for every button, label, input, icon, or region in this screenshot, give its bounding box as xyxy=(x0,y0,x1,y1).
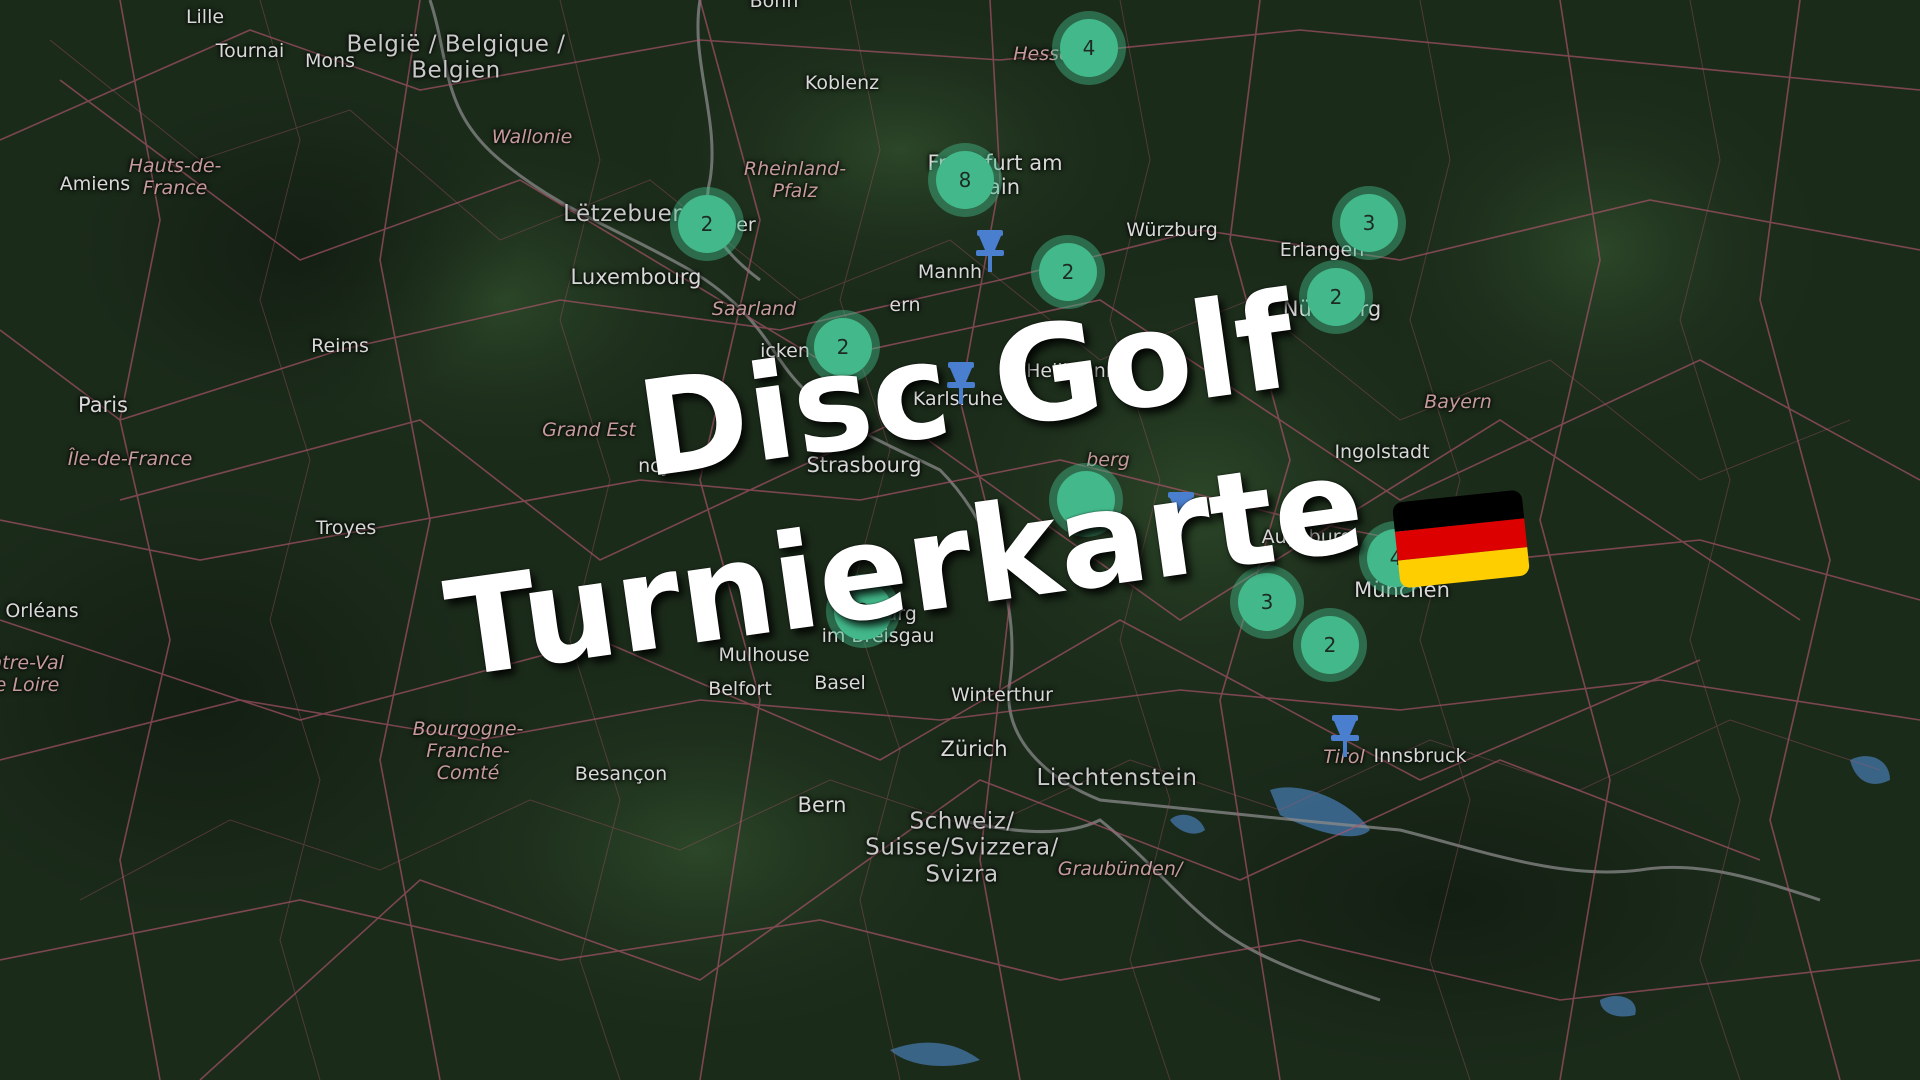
germany-flag-icon xyxy=(1391,489,1531,589)
place-label-besancon: Besançon xyxy=(574,763,668,786)
place-label-grand-est: Grand Est xyxy=(542,419,636,442)
place-label-tournai: Tournai xyxy=(215,40,285,63)
place-label-basel: Basel xyxy=(814,672,866,695)
place-label-ile-de-france: Île-de-France xyxy=(67,448,193,471)
place-label-winterthur: Winterthur xyxy=(951,684,1053,707)
tournament-cluster-nurnberg[interactable]: 2 xyxy=(1307,268,1365,326)
place-label-bayern: Bayern xyxy=(1424,391,1492,414)
place-label-belfort: Belfort xyxy=(708,678,772,701)
place-label-centre-val: ntre-Vale Loire xyxy=(0,652,64,696)
tournament-cluster-trier[interactable]: 2 xyxy=(678,195,736,253)
place-label-belgie: België / Belgique / Belgien xyxy=(346,31,566,84)
place-label-letzebuerg: Lëtzebuerg xyxy=(563,200,697,227)
place-label-wallonie: Wallonie xyxy=(491,126,573,149)
place-label-luxembourg: Luxembourg xyxy=(570,264,702,289)
disc-golf-basket-icon[interactable] xyxy=(1328,713,1362,759)
place-label-wurzburg: Würzburg xyxy=(1126,219,1218,242)
place-label-amiens: Amiens xyxy=(59,173,131,196)
place-label-innsbruck: Innsbruck xyxy=(1373,745,1467,768)
tournament-cluster-garmisch[interactable]: 2 xyxy=(1301,616,1359,674)
place-label-orleans: Orléans xyxy=(5,600,79,623)
place-label-kaiserslautern: ern xyxy=(889,294,921,317)
tournament-cluster-frankfurt[interactable]: 8 xyxy=(936,151,994,209)
place-label-saarland: Saarland xyxy=(711,298,797,321)
place-label-schweiz: Schweiz/Suisse/Svizzera/Svizra xyxy=(865,808,1059,888)
place-label-koblenz: Koblenz xyxy=(804,72,880,95)
place-label-zurich: Zürich xyxy=(940,736,1008,761)
place-label-bourgogne: Bourgogne- Franche- Comté xyxy=(412,718,524,784)
place-label-graubunden: Graubünden/ xyxy=(1057,858,1183,881)
disc-golf-basket-icon[interactable] xyxy=(973,228,1007,274)
place-label-bern: Bern xyxy=(797,792,847,817)
place-label-bonn: Bonn xyxy=(749,0,799,13)
place-label-reims: Reims xyxy=(311,335,369,358)
place-label-rheinland-pfalz: Rheinland- Pfalz xyxy=(743,158,847,202)
place-label-lille: Lille xyxy=(185,6,225,29)
place-label-hauts-de-france: Hauts-de- France xyxy=(128,155,222,199)
place-label-paris: Paris xyxy=(78,392,128,417)
place-label-troyes: Troyes xyxy=(315,517,377,540)
place-label-liechtenstein: Liechtenstein xyxy=(1036,764,1198,791)
tournament-cluster-hessen[interactable]: 4 xyxy=(1060,19,1118,77)
tournament-cluster-erlangen[interactable]: 3 xyxy=(1340,194,1398,252)
